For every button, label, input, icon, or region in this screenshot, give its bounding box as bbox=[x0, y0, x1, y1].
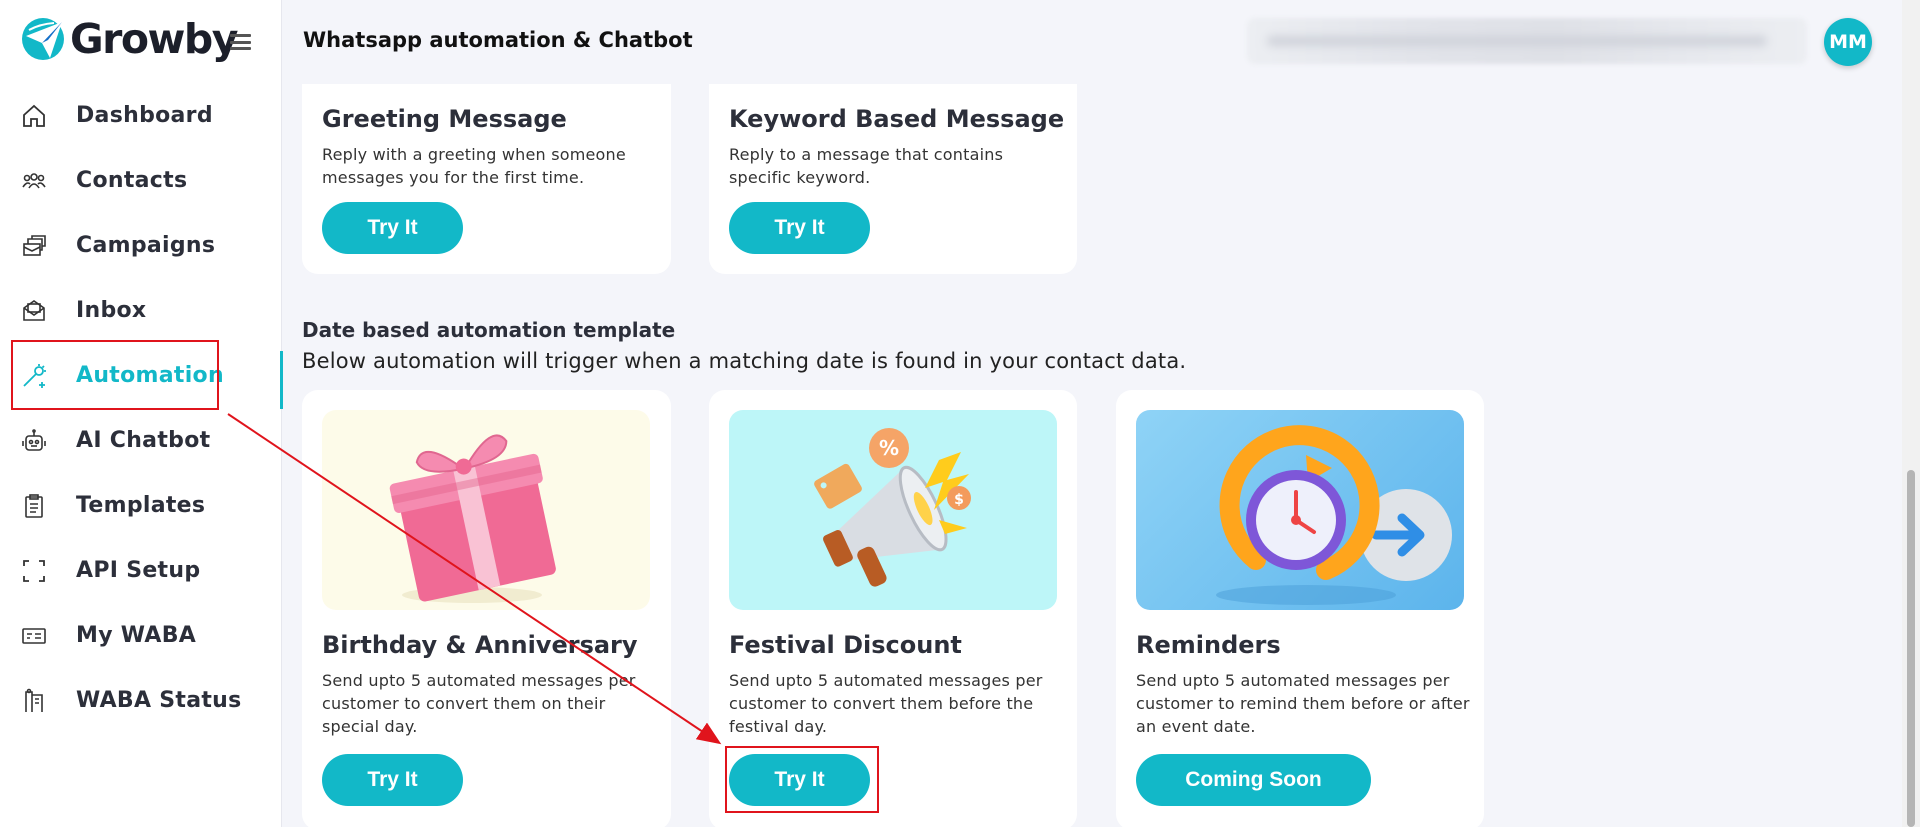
clipboard-icon bbox=[20, 492, 48, 520]
card-description: Send upto 5 automated messages per custo… bbox=[1136, 671, 1470, 736]
card-title: Festival Discount bbox=[729, 631, 962, 659]
svg-text:$: $ bbox=[954, 492, 964, 508]
card-icon bbox=[20, 622, 48, 650]
sidebar: Growby Dashboard Contacts Campaigns Inbo… bbox=[0, 0, 283, 827]
scrollbar-thumb[interactable] bbox=[1907, 470, 1915, 827]
sidebar-item-label: Automation bbox=[76, 363, 224, 388]
home-icon bbox=[20, 102, 48, 130]
try-it-button[interactable]: Try It bbox=[729, 754, 870, 806]
brand-name: Growby bbox=[70, 15, 239, 63]
sidebar-item-label: Inbox bbox=[76, 298, 147, 323]
sidebar-item-dashboard[interactable]: Dashboard bbox=[0, 83, 282, 148]
avatar-initials: MM bbox=[1829, 31, 1867, 53]
try-it-button[interactable]: Try It bbox=[729, 202, 870, 254]
sidebar-item-inbox[interactable]: Inbox bbox=[0, 278, 282, 343]
header-redacted-area bbox=[1247, 18, 1807, 64]
sidebar-item-ai-chatbot[interactable]: AI Chatbot bbox=[0, 408, 282, 473]
sidebar-item-campaigns[interactable]: Campaigns bbox=[0, 213, 282, 278]
sidebar-item-label: Contacts bbox=[76, 168, 188, 193]
inbox-icon bbox=[20, 297, 48, 325]
scan-icon bbox=[20, 557, 48, 585]
card-title: Birthday & Anniversary bbox=[322, 631, 638, 659]
card-title: Greeting Message bbox=[322, 105, 567, 133]
sidebar-nav: Dashboard Contacts Campaigns Inbox Autom… bbox=[0, 83, 283, 733]
template-card-greeting: Greeting Message Reply with a greeting w… bbox=[302, 84, 671, 274]
sidebar-item-api-setup[interactable]: API Setup bbox=[0, 538, 282, 603]
top-header: Whatsapp automation & Chatbot MM bbox=[282, 0, 1920, 84]
users-icon bbox=[20, 167, 48, 195]
card-title: Keyword Based Message bbox=[729, 105, 1065, 133]
card-description: Send upto 5 automated messages per custo… bbox=[729, 671, 1043, 736]
sidebar-item-waba-status[interactable]: WABA Status bbox=[0, 668, 282, 733]
sidebar-item-label: API Setup bbox=[76, 558, 201, 583]
card-description: Send upto 5 automated messages per custo… bbox=[322, 671, 636, 736]
sidebar-item-templates[interactable]: Templates bbox=[0, 473, 282, 538]
page-title: Whatsapp automation & Chatbot bbox=[303, 28, 693, 52]
sidebar-item-contacts[interactable]: Contacts bbox=[0, 148, 282, 213]
sidebar-item-label: My WABA bbox=[76, 623, 197, 648]
gift-box-image bbox=[322, 410, 650, 610]
sidebar-item-label: AI Chatbot bbox=[76, 428, 211, 453]
template-card-keyword: Keyword Based Message Reply to a message… bbox=[709, 84, 1077, 274]
brand-logo[interactable]: Growby bbox=[20, 15, 239, 63]
try-it-button[interactable]: Try It bbox=[322, 754, 463, 806]
try-it-button[interactable]: Try It bbox=[322, 202, 463, 254]
sidebar-item-automation[interactable]: Automation bbox=[0, 343, 283, 409]
sidebar-item-label: Campaigns bbox=[76, 233, 216, 258]
megaphone-image: % $ bbox=[729, 410, 1057, 610]
section-title: Date based automation template bbox=[302, 318, 676, 342]
sidebar-item-label: Templates bbox=[76, 493, 206, 518]
sidebar-item-label: Dashboard bbox=[76, 103, 213, 128]
status-icon bbox=[20, 687, 48, 715]
growby-logo-icon bbox=[22, 18, 64, 60]
section-subtitle: Below automation will trigger when a mat… bbox=[302, 349, 1187, 373]
sidebar-item-my-waba[interactable]: My WABA bbox=[0, 603, 282, 668]
template-card-festival: % $ Festival Discount Send upto 5 automa… bbox=[709, 390, 1077, 827]
coming-soon-button[interactable]: Coming Soon bbox=[1136, 754, 1371, 806]
menu-toggle-icon[interactable] bbox=[230, 34, 251, 50]
card-title: Reminders bbox=[1136, 631, 1281, 659]
vertical-scrollbar[interactable] bbox=[1902, 0, 1920, 827]
card-description: Reply with a greeting when someone messa… bbox=[322, 145, 626, 187]
card-description: Reply to a message that contains specifi… bbox=[729, 145, 1004, 187]
magic-wand-icon bbox=[20, 362, 48, 390]
avatar[interactable]: MM bbox=[1824, 18, 1872, 66]
campaigns-icon bbox=[20, 232, 48, 260]
robot-icon bbox=[20, 427, 48, 455]
sidebar-item-label: WABA Status bbox=[76, 688, 242, 713]
template-card-reminders: Reminders Send upto 5 automated messages… bbox=[1116, 390, 1484, 827]
template-card-birthday: Birthday & Anniversary Send upto 5 autom… bbox=[302, 390, 671, 827]
svg-text:%: % bbox=[879, 436, 899, 460]
clock-arrow-image bbox=[1136, 410, 1464, 610]
